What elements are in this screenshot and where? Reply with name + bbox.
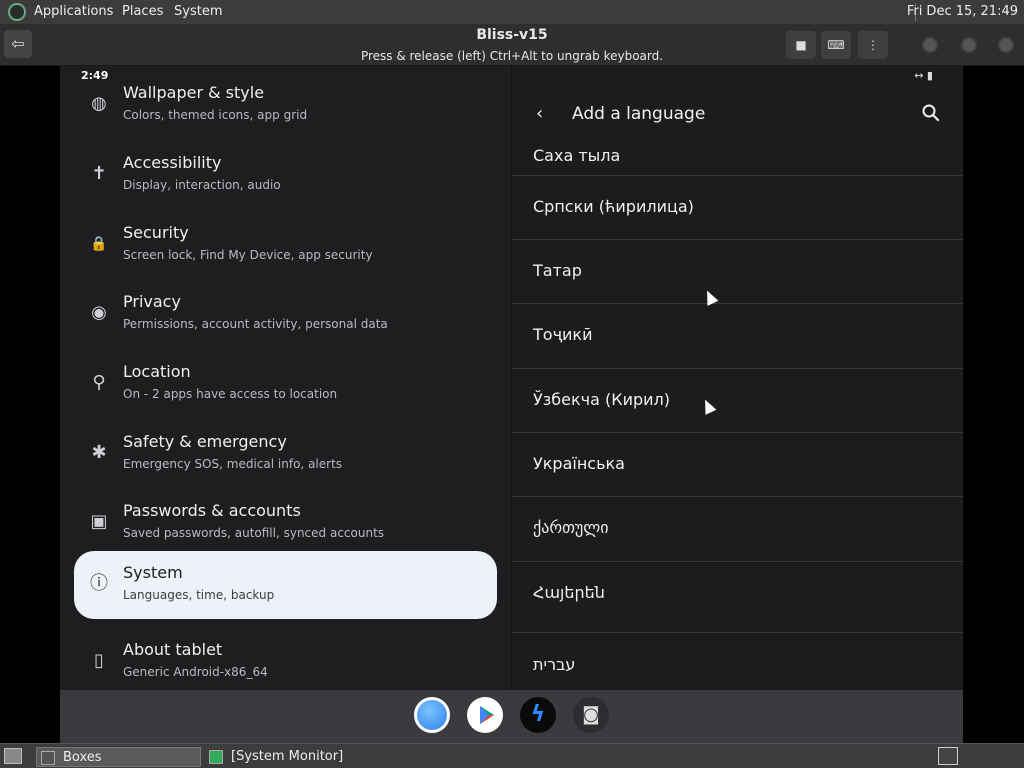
language-label: Татар [533, 261, 582, 280]
language-label: Саха тыла [533, 146, 621, 165]
minimize-window-button[interactable] [922, 37, 938, 53]
top-panel: Applications Places System Fri Dec 15, 2… [0, 0, 1024, 24]
settings-item-title: Passwords & accounts [123, 501, 301, 520]
settings-item-subtitle: Saved passwords, autofill, synced accoun… [123, 526, 385, 540]
language-label: עברית [533, 655, 576, 674]
settings-item-subtitle: Languages, time, backup [123, 588, 275, 602]
camera-icon[interactable]: ◙ [573, 697, 609, 733]
status-icons: ↔ ▮ [914, 69, 933, 82]
settings-item-title: Accessibility [123, 153, 222, 172]
task-label: [System Monitor] [231, 749, 344, 764]
settings-item-about[interactable]: ▯ About tablet Generic Android-x86_64 [74, 628, 497, 690]
settings-item-subtitle: Permissions, account activity, personal … [123, 317, 388, 331]
language-item[interactable]: Українська [512, 432, 963, 496]
maximize-window-button[interactable] [961, 37, 977, 53]
settings-item-system[interactable]: ⓘ System Languages, time, backup [74, 551, 497, 619]
search-icon[interactable] [920, 102, 942, 124]
page-title: Add a language [572, 104, 706, 124]
settings-item-title: Privacy [123, 292, 181, 311]
stop-icon: ■ [795, 38, 807, 52]
add-language-toolbar: ‹ Add a language [512, 86, 963, 144]
account-box-icon: ▣ [90, 511, 108, 532]
settings-item-subtitle: Emergency SOS, medical info, alerts [123, 457, 343, 471]
language-item[interactable]: Ўзбекча (Кирил) [512, 368, 963, 432]
settings-item-title: Safety & emergency [123, 432, 287, 451]
language-item[interactable]: Татар [512, 239, 963, 303]
language-label: Тоҷикӣ [533, 325, 593, 344]
settings-item-location[interactable]: ⚲ Location On - 2 apps have access to lo… [74, 350, 497, 418]
settings-item-title: Location [123, 362, 191, 381]
status-time: 2:49 [81, 69, 109, 82]
boxes-header-bar: ⇦ Bliss-v15 Press & release (left) Ctrl+… [0, 24, 1024, 66]
settings-item-safety[interactable]: ✱ Safety & emergency Emergency SOS, medi… [74, 420, 497, 488]
tablet-icon: ▯ [94, 650, 104, 671]
language-label: ქართული [533, 518, 609, 537]
close-window-button[interactable] [998, 37, 1014, 53]
language-item[interactable]: Հայերեն [512, 561, 963, 625]
applications-menu[interactable]: Applications [34, 4, 113, 19]
gallery-app-icon[interactable] [414, 697, 450, 733]
settings-item-passwords[interactable]: ▣ Passwords & accounts Saved passwords, … [74, 489, 497, 557]
system-menu[interactable]: System [174, 4, 222, 19]
lock-icon: 🔒 [90, 236, 108, 252]
settings-item-privacy[interactable]: ◉ Privacy Permissions, account activity,… [74, 280, 497, 348]
settings-item-subtitle: Display, interaction, audio [123, 178, 281, 192]
settings-item-title: System [123, 563, 183, 582]
taskbar-dock: ϟ ◙ [60, 690, 963, 743]
clock[interactable]: Fri Dec 15, 21:49 [907, 4, 1018, 19]
show-desktop-icon[interactable] [4, 748, 22, 764]
bottom-taskbar: Boxes [System Monitor] [0, 743, 1024, 768]
boxes-app-icon [41, 751, 55, 765]
keyboard-button[interactable]: ⌨ [821, 31, 851, 59]
language-item[interactable]: Тоҷикӣ [512, 303, 963, 367]
add-language-pane[interactable]: Саха тыла Српски (ћирилица) Татар Тоҷикӣ… [511, 66, 963, 690]
lightning-launcher-icon[interactable]: ϟ [520, 697, 556, 733]
location-pin-icon: ⚲ [92, 372, 106, 393]
workspace-switcher[interactable] [938, 747, 958, 765]
places-menu[interactable]: Places [122, 4, 163, 19]
back-chevron-icon[interactable]: ‹ [536, 103, 543, 124]
settings-list[interactable]: ◍ Wallpaper & style Colors, themed icons… [60, 66, 511, 690]
settings-item-title: About tablet [123, 640, 223, 659]
language-label: Հայերեն [533, 583, 605, 602]
language-item[interactable]: ქართული [512, 496, 963, 560]
settings-item-security[interactable]: 🔒 Security Screen lock, Find My Device, … [74, 211, 497, 279]
task-boxes[interactable]: Boxes [36, 747, 201, 767]
settings-item-subtitle: On - 2 apps have access to location [123, 387, 338, 401]
keyboard-icon: ⌨ [827, 38, 845, 52]
android-status-bar: 2:49 ↔ ▮ [60, 66, 963, 86]
language-item[interactable]: עברית [512, 632, 963, 690]
task-label: Boxes [63, 750, 102, 765]
gnome-foot-icon[interactable] [8, 3, 26, 21]
menu-button[interactable]: ⋮ [858, 31, 888, 59]
task-system-monitor[interactable]: [System Monitor] [205, 747, 405, 767]
eye-icon: ◉ [91, 302, 107, 323]
language-label: Ўзбекча (Кирил) [533, 390, 670, 409]
guest-display[interactable]: ◍ Wallpaper & style Colors, themed icons… [60, 66, 963, 743]
settings-item-accessibility[interactable]: ✝ Accessibility Display, interaction, au… [74, 141, 497, 209]
language-label: Српски (ћирилица) [533, 197, 694, 216]
stop-button[interactable]: ■ [786, 31, 816, 59]
settings-item-subtitle: Generic Android-x86_64 [123, 665, 268, 679]
info-icon: ⓘ [90, 573, 108, 594]
settings-item-subtitle: Screen lock, Find My Device, app securit… [123, 248, 373, 262]
accessibility-icon: ✝ [91, 163, 107, 184]
settings-item-title: Security [123, 223, 189, 242]
language-label: Українська [533, 454, 625, 473]
language-item[interactable]: Српски (ћирилица) [512, 175, 963, 239]
play-store-icon[interactable] [467, 697, 503, 733]
kebab-menu-icon: ⋮ [867, 38, 879, 52]
palette-icon: ◍ [91, 93, 107, 114]
settings-item-subtitle: Colors, themed icons, app grid [123, 108, 308, 122]
asterisk-icon: ✱ [91, 442, 107, 463]
system-monitor-icon [209, 750, 223, 764]
